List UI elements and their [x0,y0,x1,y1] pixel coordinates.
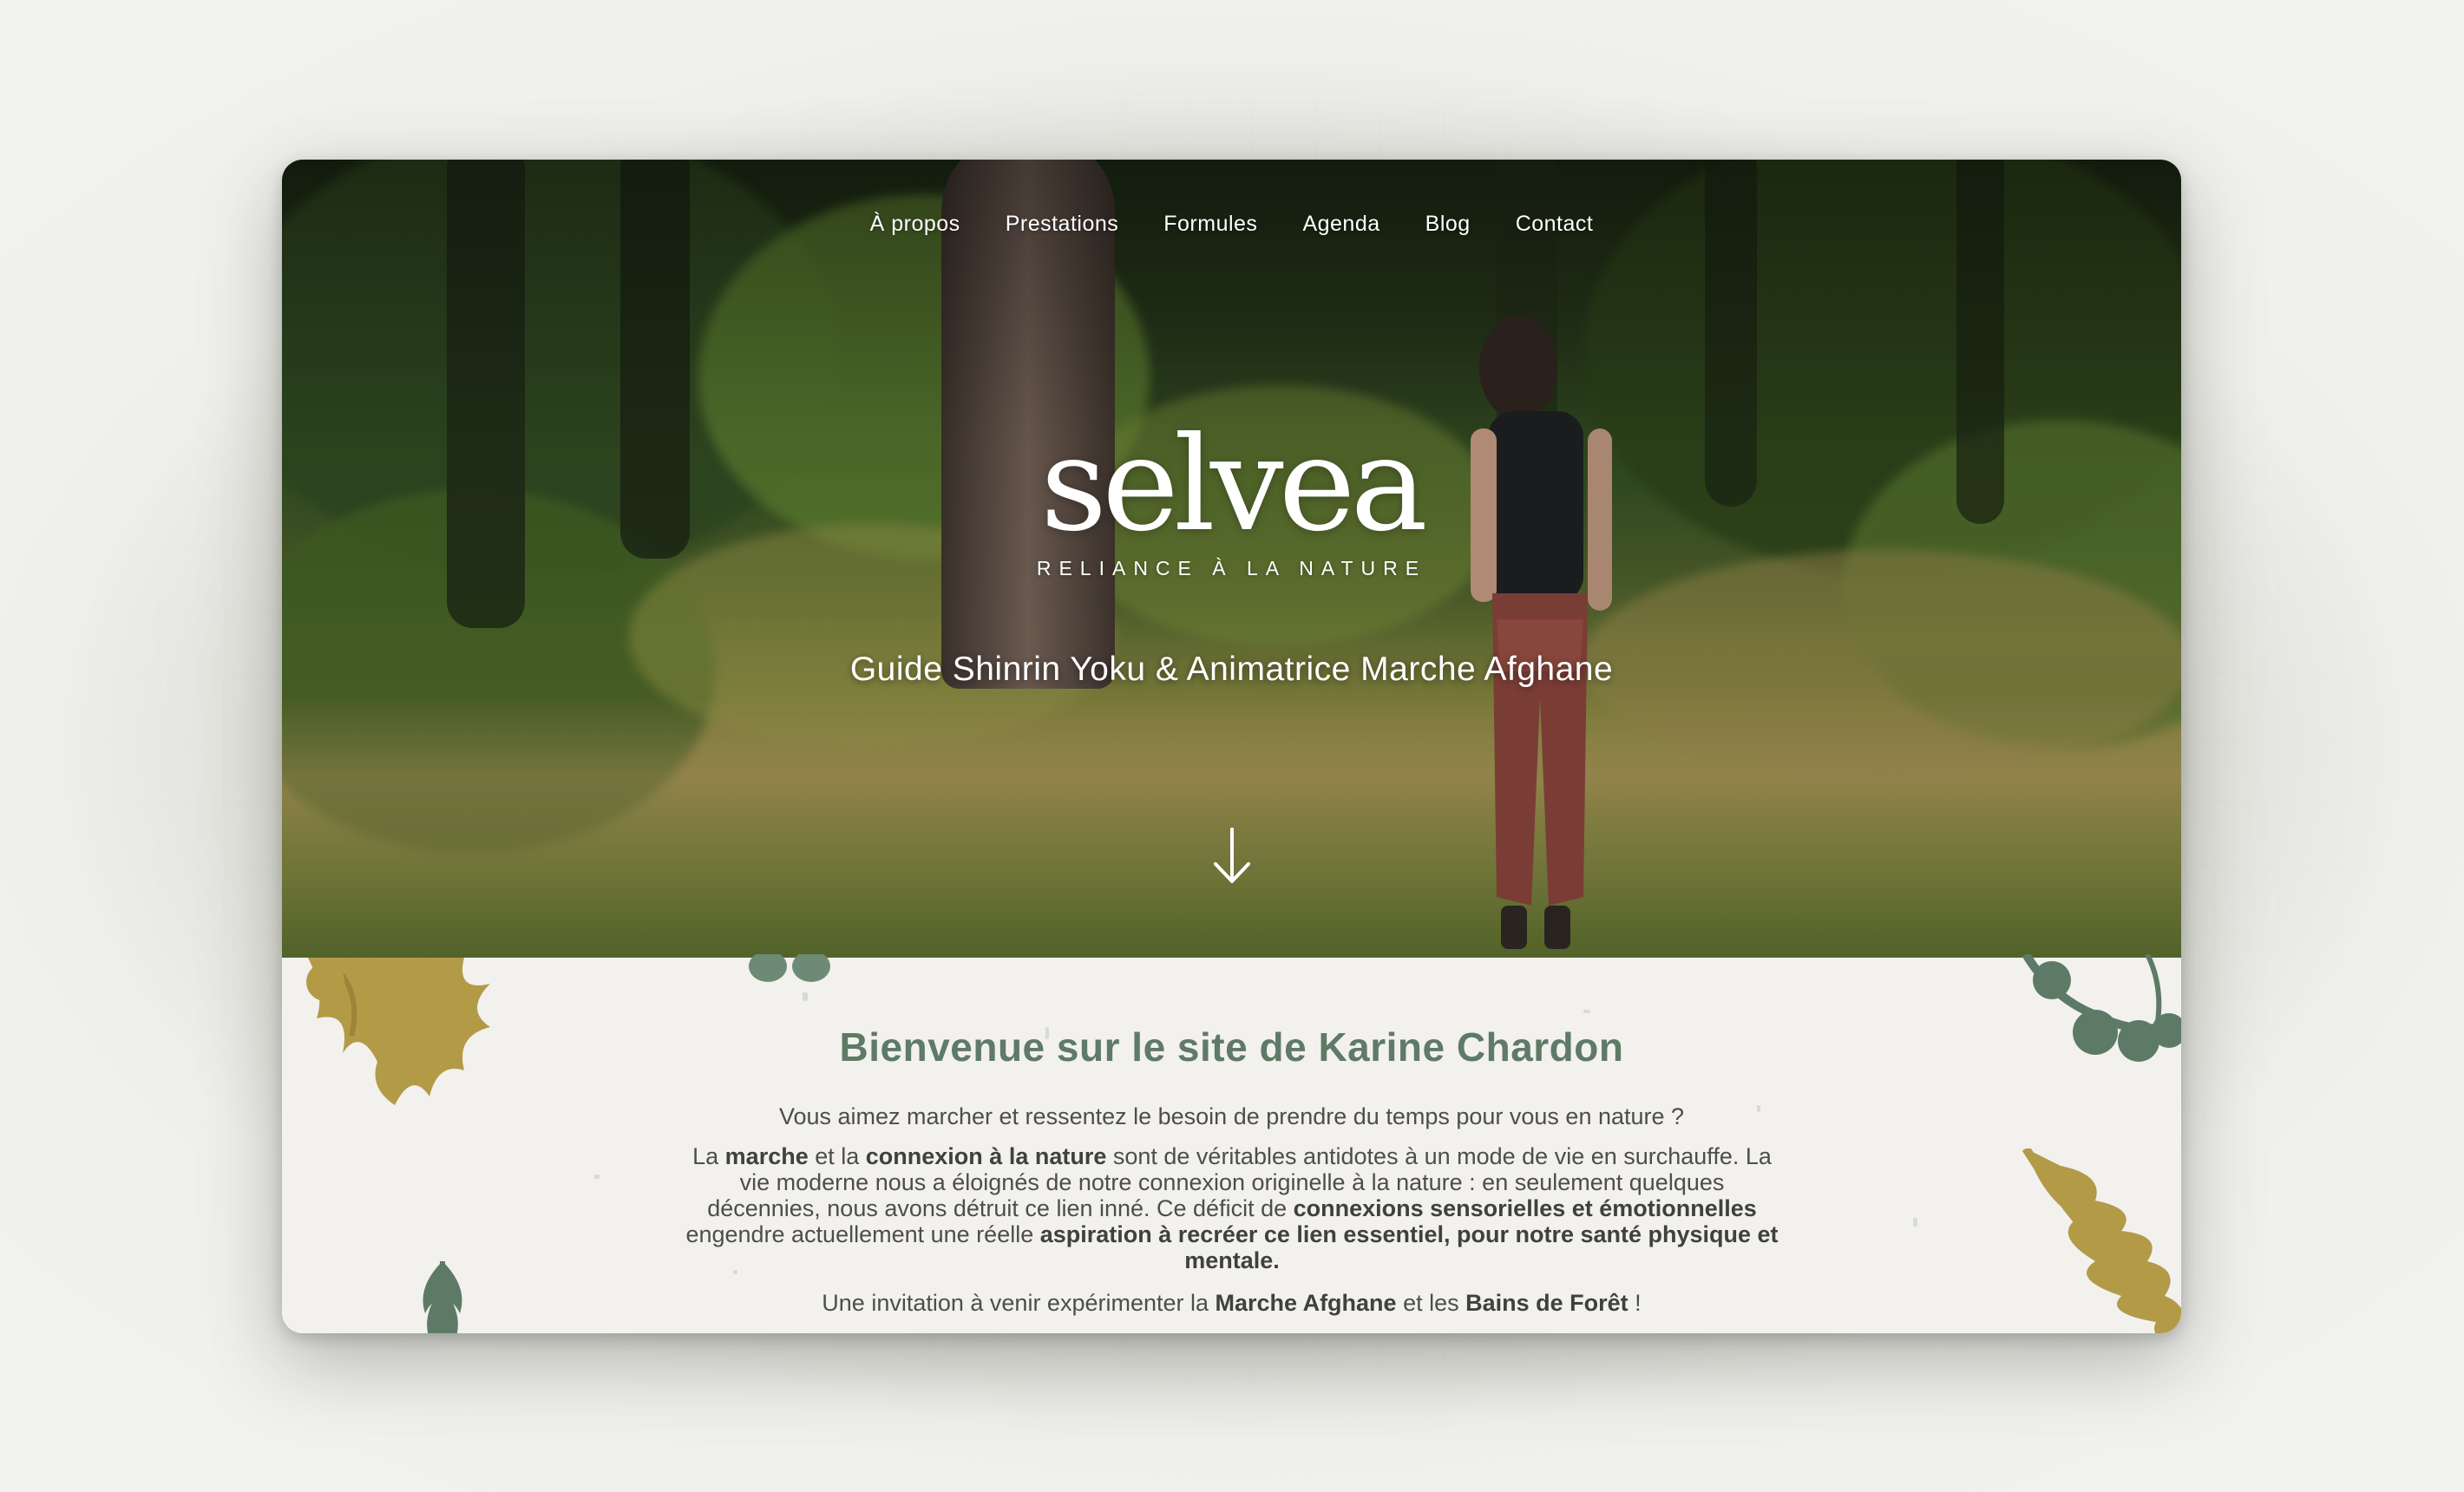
nav-item-formules[interactable]: Formules [1141,212,1280,237]
nav-item-agenda[interactable]: Agenda [1280,212,1402,237]
logo-tagline: RELIANCE À LA NATURE [1036,557,1427,579]
website-preview: À propos Prestations Formules Agenda Blo… [282,160,2181,1333]
body-paragraph: La marche et la connexion à la nature so… [685,1143,1779,1273]
hero-subtitle: Guide Shinrin Yoku & Animatrice Marche A… [849,651,1614,688]
intro-paragraph: Vous aimez marcher et ressentez le besoi… [778,1103,1685,1129]
nav-item-a-propos[interactable]: À propos [848,212,983,237]
sage-leaf-illustration [749,954,830,982]
main-nav: À propos Prestations Formules Agenda Blo… [282,212,2181,237]
site-logo[interactable]: selvea RELIANCE À LA NATURE [282,420,2181,580]
logo-wordmark: selvea [1040,409,1428,560]
invitation-paragraph: Une invitation à venir expérimenter la M… [822,1290,1642,1316]
arrow-down-icon[interactable] [1210,826,1254,887]
nav-item-blog[interactable]: Blog [1403,212,1493,237]
welcome-title: Bienvenue sur le site de Karine Chardon [839,1024,1624,1070]
nav-item-prestations[interactable]: Prestations [983,212,1142,237]
nav-item-contact[interactable]: Contact [1493,212,1616,237]
welcome-section: Bienvenue sur le site de Karine Chardon … [282,954,2181,1333]
hero-section: À propos Prestations Formules Agenda Blo… [282,160,2181,958]
hiker-figure [1471,316,1612,949]
